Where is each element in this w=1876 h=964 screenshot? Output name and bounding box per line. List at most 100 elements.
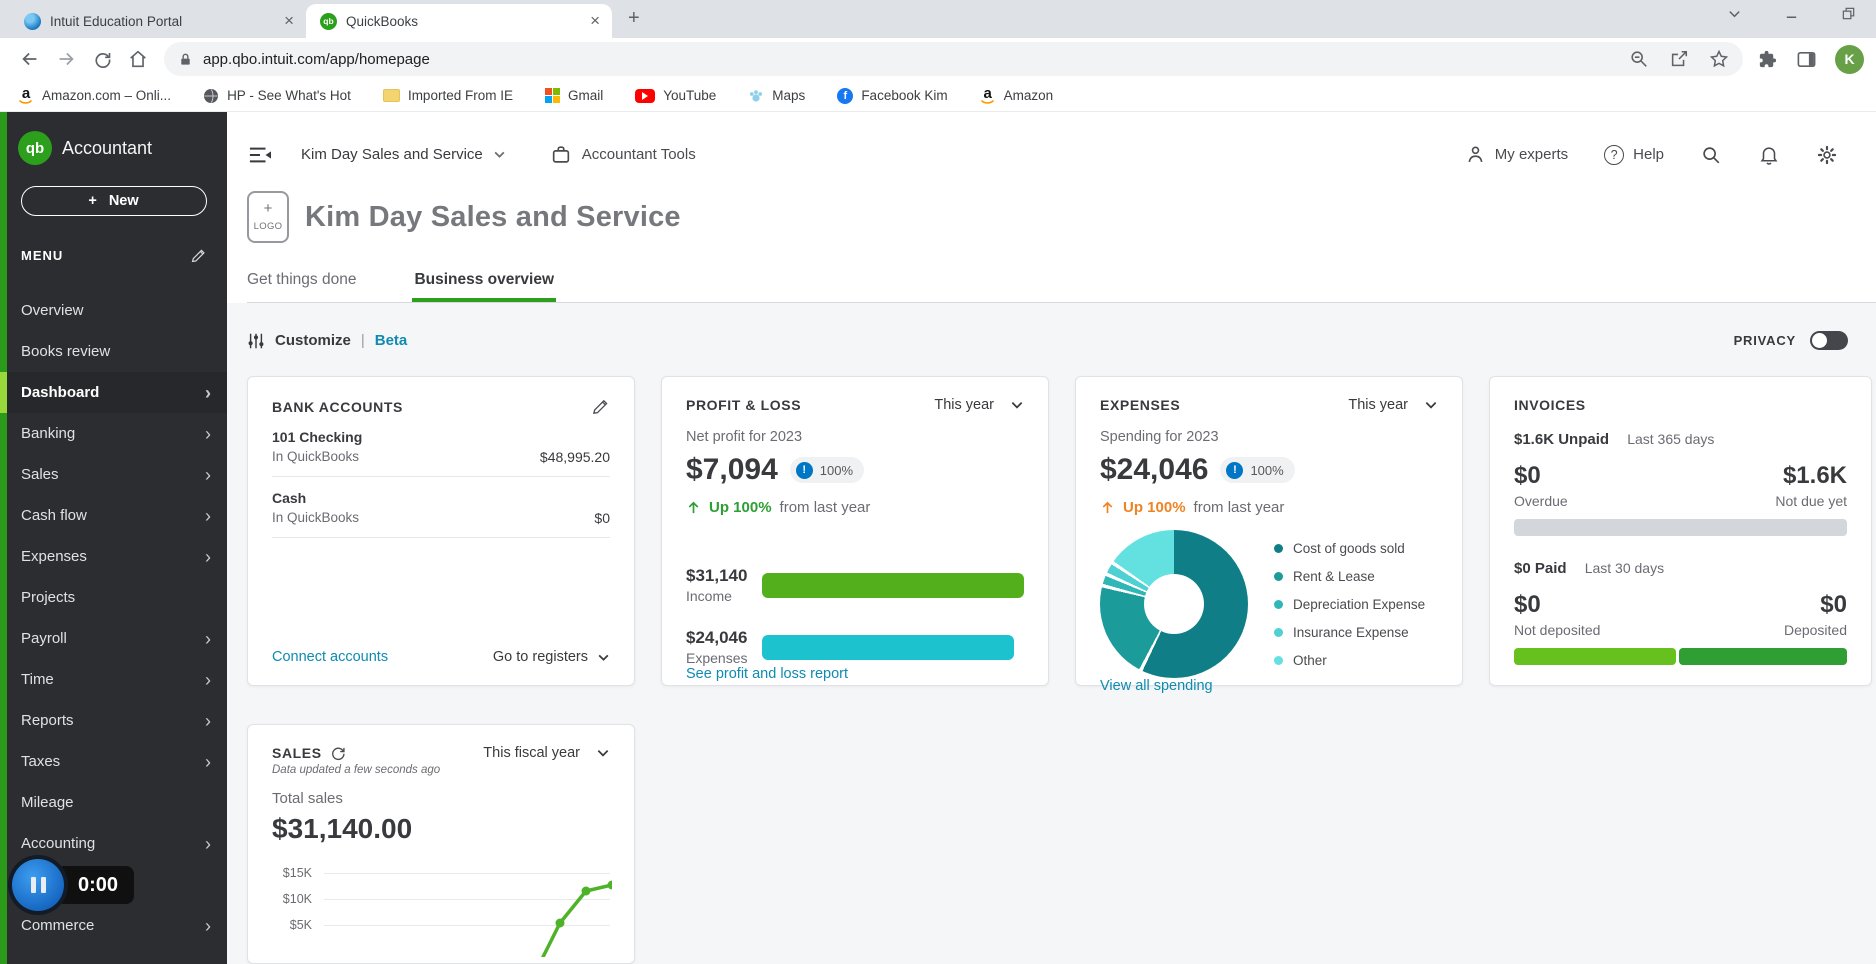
period-dropdown[interactable]: This year xyxy=(1348,397,1438,413)
bookmark-gmail[interactable]: Gmail xyxy=(544,88,603,103)
legend-item: Depreciation Expense xyxy=(1274,597,1425,612)
page-title: Kim Day Sales and Service xyxy=(305,200,681,233)
bookmark-maps[interactable]: Maps xyxy=(748,88,805,104)
facebook-icon: f xyxy=(837,87,854,104)
bookmark-imported-from-ie[interactable]: Imported From IE xyxy=(382,88,513,103)
sidebar-item-reports[interactable]: Reports › xyxy=(0,700,227,741)
legend-item: Cost of goods sold xyxy=(1274,541,1425,556)
home-icon[interactable] xyxy=(120,41,156,77)
chevron-right-icon: › xyxy=(205,464,211,485)
sidebar-item-banking[interactable]: Banking › xyxy=(0,413,227,454)
window-minimize-icon[interactable] xyxy=(1784,6,1799,21)
sidebar-item-taxes[interactable]: Taxes › xyxy=(0,741,227,782)
browser-tab-intuit-education[interactable]: Intuit Education Portal × xyxy=(10,4,306,38)
card-title: BANK ACCOUNTS xyxy=(272,398,403,415)
tab-close-icon[interactable]: × xyxy=(586,11,604,31)
bookmark-facebook-kim[interactable]: f Facebook Kim xyxy=(837,87,948,104)
profit-loss-report-link[interactable]: See profit and loss report xyxy=(686,666,1024,682)
browser-address-bar: app.qbo.intuit.com/app/homepage K xyxy=(0,38,1876,80)
search-icon[interactable] xyxy=(1700,144,1722,166)
privacy-label: PRIVACY xyxy=(1733,333,1796,348)
sidebar-item-mileage[interactable]: Mileage xyxy=(0,782,227,823)
beta-badge: Beta xyxy=(374,332,408,349)
expenses-donut-chart xyxy=(1100,530,1248,678)
youtube-icon xyxy=(635,88,656,103)
chevron-right-icon: › xyxy=(205,628,211,649)
period-dropdown[interactable]: This fiscal year xyxy=(483,745,610,761)
bank-account-row[interactable]: Cash In QuickBooks $0 xyxy=(272,477,610,538)
bookmark-amazon-online[interactable]: a Amazon.com – Onli... xyxy=(18,86,171,104)
window-restore-icon[interactable] xyxy=(1841,6,1856,21)
bank-account-row[interactable]: 101 Checking In QuickBooks $48,995.20 xyxy=(272,416,610,477)
new-tab-button[interactable]: + xyxy=(628,7,640,30)
browser-tab-quickbooks[interactable]: qb QuickBooks × xyxy=(306,4,612,38)
bookmark-label: Maps xyxy=(772,88,806,103)
unpaid-invoices-bar xyxy=(1514,519,1847,536)
sidebar-item-projects[interactable]: Projects xyxy=(0,577,227,618)
window-menu-chevron-icon[interactable] xyxy=(1727,6,1742,21)
sidebar-item-cash-flow[interactable]: Cash flow › xyxy=(0,495,227,536)
lock-icon xyxy=(178,52,193,67)
privacy-toggle[interactable] xyxy=(1810,331,1848,350)
zoom-out-icon[interactable] xyxy=(1629,49,1649,69)
sidebar-item-books-review[interactable]: Books review xyxy=(0,331,227,372)
browser-profile-avatar[interactable]: K xyxy=(1835,44,1864,74)
bookmark-star-icon[interactable] xyxy=(1709,49,1729,69)
sidebar-item-expenses[interactable]: Expenses › xyxy=(0,536,227,577)
reload-icon[interactable] xyxy=(84,41,120,77)
edit-pencil-icon[interactable] xyxy=(591,397,610,416)
edit-menu-pencil-icon[interactable] xyxy=(190,247,207,264)
extensions-puzzle-icon[interactable] xyxy=(1757,49,1778,70)
bookmark-hp[interactable]: HP - See What's Hot xyxy=(203,88,351,104)
dashboard-content: Customize | Beta PRIVACY BANK ACCOUNTS 1… xyxy=(227,303,1876,964)
divider: | xyxy=(360,332,365,349)
intuit-favicon-icon xyxy=(24,12,41,30)
share-icon[interactable] xyxy=(1669,49,1689,69)
view-all-spending-link[interactable]: View all spending xyxy=(1100,678,1438,694)
sidebar-item-payroll[interactable]: Payroll › xyxy=(0,618,227,659)
customize-button[interactable]: Customize | Beta xyxy=(247,332,407,350)
settings-gear-icon[interactable] xyxy=(1816,144,1838,166)
sidebar-item-sales[interactable]: Sales › xyxy=(0,454,227,495)
notifications-bell-icon[interactable] xyxy=(1758,144,1780,166)
tab-get-things-done[interactable]: Get things done xyxy=(247,271,356,302)
amazon-icon: a xyxy=(980,85,994,104)
tab-business-overview[interactable]: Business overview xyxy=(412,271,556,303)
bookmark-amazon[interactable]: a Amazon xyxy=(980,85,1053,104)
sidebar-item-dashboard[interactable]: Dashboard › xyxy=(0,372,227,413)
paid-invoices-bar xyxy=(1514,648,1847,665)
company-logo-placeholder[interactable]: + LOGO xyxy=(247,191,289,244)
sidebar-item-overview[interactable]: Overview xyxy=(0,290,227,331)
legend-dot xyxy=(1274,627,1283,637)
period-dropdown[interactable]: This year xyxy=(934,397,1024,413)
menu-label: MENU xyxy=(21,247,64,263)
chevron-right-icon: › xyxy=(205,546,211,567)
bookmark-youtube[interactable]: YouTube xyxy=(635,88,716,103)
card-subtitle: Spending for 2023 xyxy=(1100,429,1219,445)
my-experts-button[interactable]: My experts xyxy=(1465,144,1568,165)
help-button[interactable]: ? Help xyxy=(1604,144,1664,165)
connect-accounts-link[interactable]: Connect accounts xyxy=(272,649,388,665)
card-title: SALES xyxy=(272,745,322,761)
sidebar-item-accounting[interactable]: Accounting › xyxy=(0,823,227,864)
back-icon[interactable] xyxy=(12,41,48,77)
chevron-right-icon: › xyxy=(205,833,211,854)
tab-close-icon[interactable]: × xyxy=(280,11,298,31)
url-bar[interactable]: app.qbo.intuit.com/app/homepage xyxy=(164,42,1743,76)
collapse-menu-icon[interactable] xyxy=(247,144,273,166)
pause-button[interactable] xyxy=(12,859,64,911)
chevron-right-icon: › xyxy=(205,915,211,936)
side-panel-icon[interactable] xyxy=(1796,49,1817,70)
unpaid-total: $1.6K Unpaid xyxy=(1514,431,1610,448)
accountant-tools-button[interactable]: Accountant Tools xyxy=(550,144,696,166)
data-updated-note: Data updated a few seconds ago xyxy=(272,764,441,776)
new-button[interactable]: + New xyxy=(20,186,207,216)
forward-icon[interactable] xyxy=(48,41,84,77)
company-selector[interactable]: Kim Day Sales and Service xyxy=(301,146,506,163)
sidebar-item-commerce[interactable]: Commerce › xyxy=(0,905,227,946)
overdue-amount: $0 xyxy=(1514,462,1541,489)
go-to-registers-dropdown[interactable]: Go to registers xyxy=(493,649,610,665)
refresh-icon[interactable] xyxy=(330,745,346,761)
sidebar-item-time[interactable]: Time › xyxy=(0,659,227,700)
sidebar-menu: Overview Books review Dashboard › Banking… xyxy=(0,290,227,946)
